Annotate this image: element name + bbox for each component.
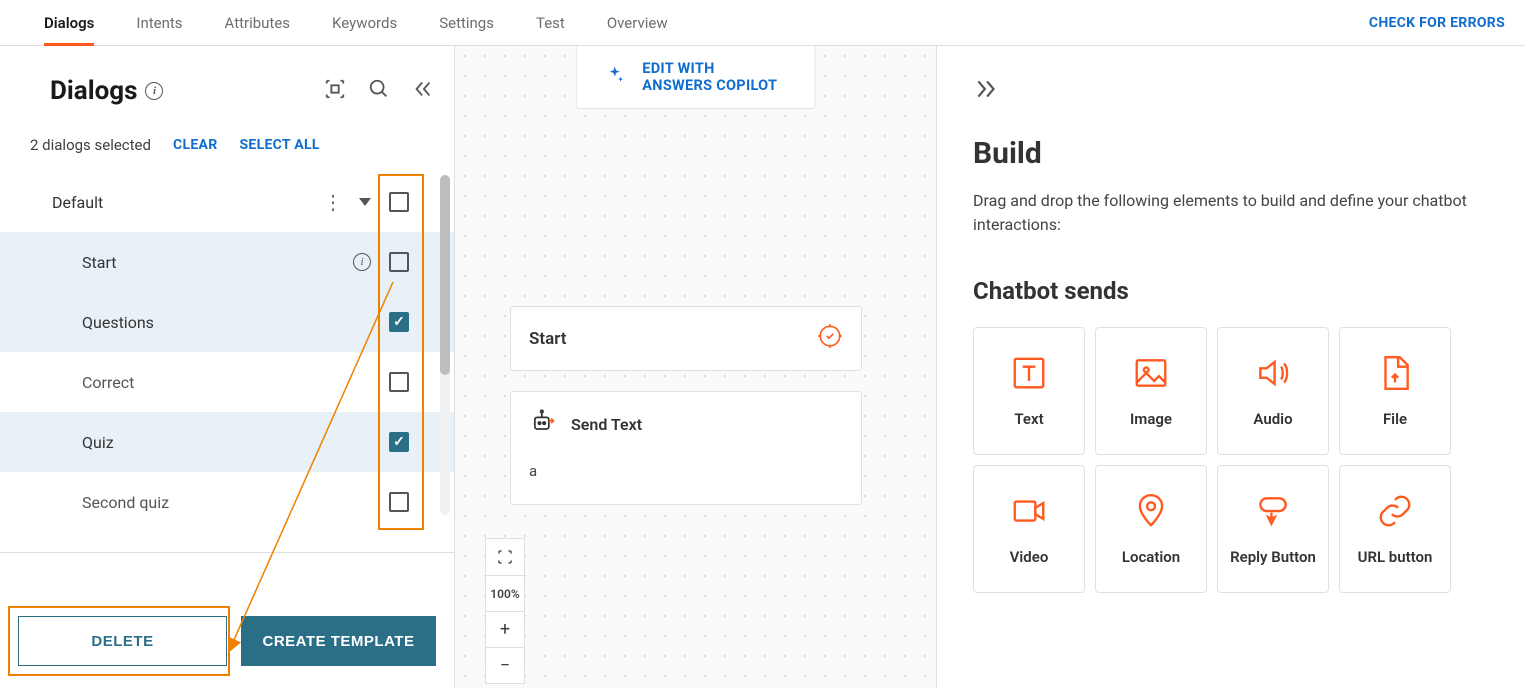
- location-icon: [1132, 492, 1170, 534]
- element-video[interactable]: Video: [973, 465, 1085, 593]
- copilot-bar[interactable]: EDIT WITH ANSWERS COPILOT: [575, 46, 816, 109]
- send-text-body: a: [529, 462, 843, 480]
- zoom-control: 100% + −: [485, 538, 525, 684]
- checkbox-quiz[interactable]: [389, 432, 409, 452]
- checkbox-second-quiz[interactable]: [389, 492, 409, 512]
- check-for-errors-link[interactable]: CHECK FOR ERRORS: [1369, 15, 1505, 31]
- element-reply-button[interactable]: Reply Button: [1217, 465, 1329, 593]
- dialog-label: Questions: [82, 313, 154, 332]
- tab-attributes[interactable]: Attributes: [225, 0, 291, 46]
- bot-icon: [529, 408, 557, 440]
- kebab-icon[interactable]: ⋮: [323, 190, 341, 214]
- checkbox-questions[interactable]: [389, 312, 409, 332]
- element-label: Video: [1010, 548, 1049, 566]
- select-all-button[interactable]: SELECT ALL: [239, 137, 319, 153]
- element-file[interactable]: File: [1339, 327, 1451, 455]
- tab-intents[interactable]: Intents: [136, 0, 182, 46]
- reply-button-icon: [1254, 492, 1292, 534]
- tab-dialogs[interactable]: Dialogs: [44, 0, 94, 46]
- image-icon: [1132, 354, 1170, 396]
- left-panel: Dialogs i: [0, 46, 455, 688]
- content: Dialogs i: [0, 46, 1525, 688]
- dialog-row-correct[interactable]: Correct: [0, 352, 454, 412]
- zoom-percentage: 100%: [486, 575, 524, 611]
- info-icon[interactable]: i: [353, 253, 371, 271]
- zoom-fit-icon[interactable]: [486, 539, 524, 575]
- element-label: Image: [1130, 410, 1172, 428]
- dialog-row-second-quiz[interactable]: Second quiz: [0, 472, 454, 532]
- dialog-row-questions[interactable]: Questions: [0, 292, 454, 352]
- element-label: Audio: [1253, 410, 1292, 428]
- collapse-icon[interactable]: [412, 78, 434, 104]
- zoom-in-button[interactable]: +: [486, 611, 524, 647]
- divider: [0, 552, 454, 553]
- dialog-list: Default ⋮ Start i Questions: [0, 172, 454, 532]
- video-icon: [1010, 492, 1048, 534]
- selected-count: 2 dialogs selected: [30, 136, 151, 154]
- dialog-list-scrollbar[interactable]: [440, 175, 450, 515]
- page-title-text: Dialogs: [50, 76, 137, 106]
- element-label: URL button: [1358, 548, 1433, 566]
- element-audio[interactable]: Audio: [1217, 327, 1329, 455]
- selection-frame-icon[interactable]: [324, 78, 346, 104]
- element-image[interactable]: Image: [1095, 327, 1207, 455]
- audio-icon: [1254, 354, 1292, 396]
- file-icon: [1376, 354, 1414, 396]
- selection-bar: 2 dialogs selected CLEAR SELECT ALL: [0, 126, 454, 172]
- send-text-node[interactable]: Send Text a: [510, 391, 862, 505]
- info-icon[interactable]: i: [145, 82, 163, 100]
- element-text[interactable]: Text: [973, 327, 1085, 455]
- sparkle-icon: [604, 65, 624, 89]
- header-icons: [324, 78, 434, 104]
- caret-down-icon[interactable]: [359, 198, 371, 206]
- element-label: Reply Button: [1230, 548, 1316, 566]
- tabs-bar: Dialogs Intents Attributes Keywords Sett…: [0, 0, 1525, 46]
- start-node[interactable]: Start: [510, 306, 862, 371]
- tab-keywords[interactable]: Keywords: [332, 0, 397, 46]
- build-title: Build: [973, 136, 1489, 171]
- dialog-label: Correct: [82, 373, 134, 392]
- start-node-label: Start: [529, 329, 566, 349]
- left-header: Dialogs i: [0, 46, 454, 126]
- tab-overview[interactable]: Overview: [607, 0, 668, 46]
- dialog-label: Second quiz: [82, 493, 169, 512]
- search-icon[interactable]: [368, 78, 390, 104]
- tab-test[interactable]: Test: [536, 0, 565, 46]
- checkbox-correct[interactable]: [389, 372, 409, 392]
- canvas[interactable]: EDIT WITH ANSWERS COPILOT Start: [455, 46, 937, 688]
- target-icon: [817, 323, 843, 354]
- zoom-out-button[interactable]: −: [486, 647, 524, 683]
- element-label: Location: [1122, 548, 1180, 566]
- create-template-button[interactable]: CREATE TEMPLATE: [241, 616, 436, 666]
- send-text-title: Send Text: [571, 415, 642, 434]
- section-title: Chatbot sends: [973, 277, 1489, 305]
- url-button-icon: [1376, 492, 1414, 534]
- dialog-label: Start: [82, 253, 116, 272]
- element-location[interactable]: Location: [1095, 465, 1207, 593]
- element-label: File: [1383, 410, 1407, 428]
- build-description: Drag and drop the following elements to …: [973, 189, 1489, 237]
- checkbox-start[interactable]: [389, 252, 409, 272]
- text-icon: [1010, 354, 1048, 396]
- left-footer: DELETE CREATE TEMPLATE: [0, 598, 454, 688]
- checkbox-default[interactable]: [389, 192, 409, 212]
- group-label: Default: [52, 193, 103, 212]
- delete-button[interactable]: DELETE: [18, 616, 227, 666]
- page-title: Dialogs i: [50, 76, 163, 106]
- dialog-group-default[interactable]: Default ⋮: [0, 172, 454, 232]
- element-grid: Text Image Audio File: [973, 327, 1489, 593]
- clear-button[interactable]: CLEAR: [173, 137, 217, 153]
- expand-panel-icon[interactable]: [973, 76, 999, 106]
- element-label: Text: [1014, 410, 1043, 428]
- copilot-label: EDIT WITH ANSWERS COPILOT: [642, 60, 787, 94]
- right-panel: Build Drag and drop the following elemen…: [937, 46, 1525, 688]
- dialog-row-quiz[interactable]: Quiz: [0, 412, 454, 472]
- dialog-label: Quiz: [82, 433, 114, 452]
- element-url-button[interactable]: URL button: [1339, 465, 1451, 593]
- tab-settings[interactable]: Settings: [439, 0, 494, 46]
- dialog-row-start[interactable]: Start i: [0, 232, 454, 292]
